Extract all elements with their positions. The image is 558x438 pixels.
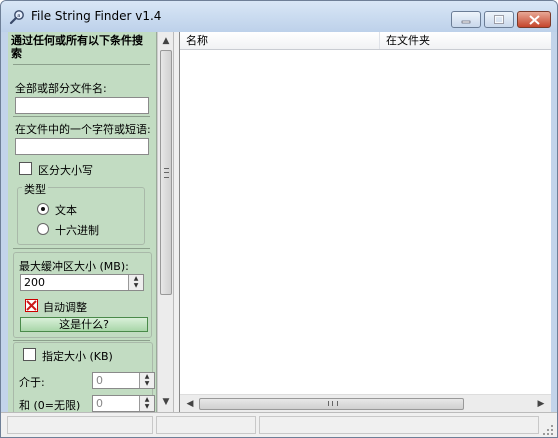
spin-up-icon: ▲ [144, 396, 150, 403]
panel-scroll-thumb[interactable] [160, 50, 172, 295]
type-hex-radio[interactable] [37, 223, 49, 235]
search-options-panel: 通过任何或所有以下条件搜索 全部或部分文件名: 在文件中的一个字符或短语: 区分… [8, 32, 157, 412]
and-label: 和 (0=无限) [19, 399, 81, 412]
between-stepper[interactable]: 0 ▲ ▼ [92, 372, 155, 389]
status-panel [259, 416, 539, 434]
radio-dot-icon [41, 207, 45, 211]
divider [13, 340, 150, 341]
panel-scrollbar[interactable]: ▲ ▼ [157, 32, 174, 412]
maximize-button[interactable] [484, 11, 514, 28]
case-sensitive-label: 区分大小写 [38, 164, 93, 177]
and-stepper[interactable]: 0 ▲ ▼ [92, 395, 155, 412]
scroll-up-icon[interactable]: ▲ [158, 33, 174, 49]
between-spin-buttons[interactable]: ▲ ▼ [139, 373, 154, 388]
list-scroll-thumb[interactable] [199, 398, 464, 410]
checkmark-icon [26, 300, 37, 311]
whats-this-button[interactable]: 这是什么? [20, 317, 148, 332]
grip-icon [328, 401, 338, 406]
type-text-radio[interactable] [37, 203, 49, 215]
scroll-right-icon[interactable]: ▶ [533, 396, 549, 412]
status-bar [1, 412, 557, 437]
buffer-size-stepper[interactable]: 200 ▲ ▼ [20, 274, 144, 291]
client-area: 通过任何或所有以下条件搜索 全部或部分文件名: 在文件中的一个字符或短语: 区分… [8, 32, 551, 413]
buffer-size-value: 200 [24, 276, 45, 289]
and-value: 0 [96, 397, 103, 410]
app-window: a File String Finder v1.4 通过任何或所有以下条件搜索 … [0, 0, 558, 438]
content-label: 在文件中的一个字符或短语: [15, 123, 151, 136]
spin-down-icon: ▼ [144, 403, 150, 410]
spin-up-icon: ▲ [133, 275, 139, 282]
type-hex-label: 十六进制 [55, 224, 99, 237]
auto-adjust-label: 自动调整 [43, 301, 87, 314]
buffer-spin-buttons[interactable]: ▲ ▼ [128, 275, 143, 290]
filename-label: 全部或部分文件名: [15, 82, 107, 95]
results-list[interactable]: 名称 在文件夹 ◀ ▶ [179, 32, 551, 413]
divider [13, 64, 150, 65]
minimize-button[interactable] [451, 11, 481, 28]
type-text-label: 文本 [55, 204, 77, 217]
divider [13, 116, 150, 117]
specify-size-checkbox[interactable] [23, 348, 36, 361]
content-input[interactable] [15, 138, 149, 155]
close-icon [518, 12, 550, 27]
between-label: 介于: [19, 376, 45, 389]
auto-adjust-checkbox[interactable] [25, 299, 38, 312]
spin-down-icon: ▼ [133, 282, 139, 289]
search-heading: 通过任何或所有以下条件搜索 [11, 34, 143, 60]
specify-size-label: 指定大小 (KB) [42, 350, 113, 363]
divider [13, 248, 150, 249]
column-header-folder[interactable]: 在文件夹 [380, 32, 551, 49]
list-header: 名称 在文件夹 [180, 32, 551, 50]
magnifier-icon: a [9, 10, 24, 25]
and-spin-buttons[interactable]: ▲ ▼ [139, 396, 154, 411]
spin-down-icon: ▼ [144, 380, 150, 387]
title-bar[interactable]: a File String Finder v1.4 [1, 1, 557, 32]
type-group-label: 类型 [22, 181, 48, 197]
case-sensitive-checkbox[interactable] [19, 162, 32, 175]
list-horizontal-scrollbar[interactable]: ◀ ▶ [180, 394, 551, 413]
window-title: File String Finder v1.4 [31, 9, 162, 23]
buffer-label: 最大缓冲区大小 (MB): [19, 260, 129, 273]
resize-grip-icon[interactable] [542, 424, 554, 436]
svg-text:a: a [17, 13, 20, 19]
grip-icon [164, 168, 169, 178]
spin-up-icon: ▲ [144, 373, 150, 380]
minimize-icon [452, 12, 480, 27]
filename-input[interactable] [15, 97, 149, 114]
maximize-icon [485, 12, 513, 27]
status-panel [7, 416, 153, 434]
scroll-left-icon[interactable]: ◀ [182, 396, 198, 412]
between-value: 0 [96, 374, 103, 387]
column-header-name[interactable]: 名称 [180, 32, 380, 49]
close-button[interactable] [517, 11, 551, 28]
status-panel [156, 416, 256, 434]
scroll-down-icon[interactable]: ▼ [158, 394, 174, 410]
